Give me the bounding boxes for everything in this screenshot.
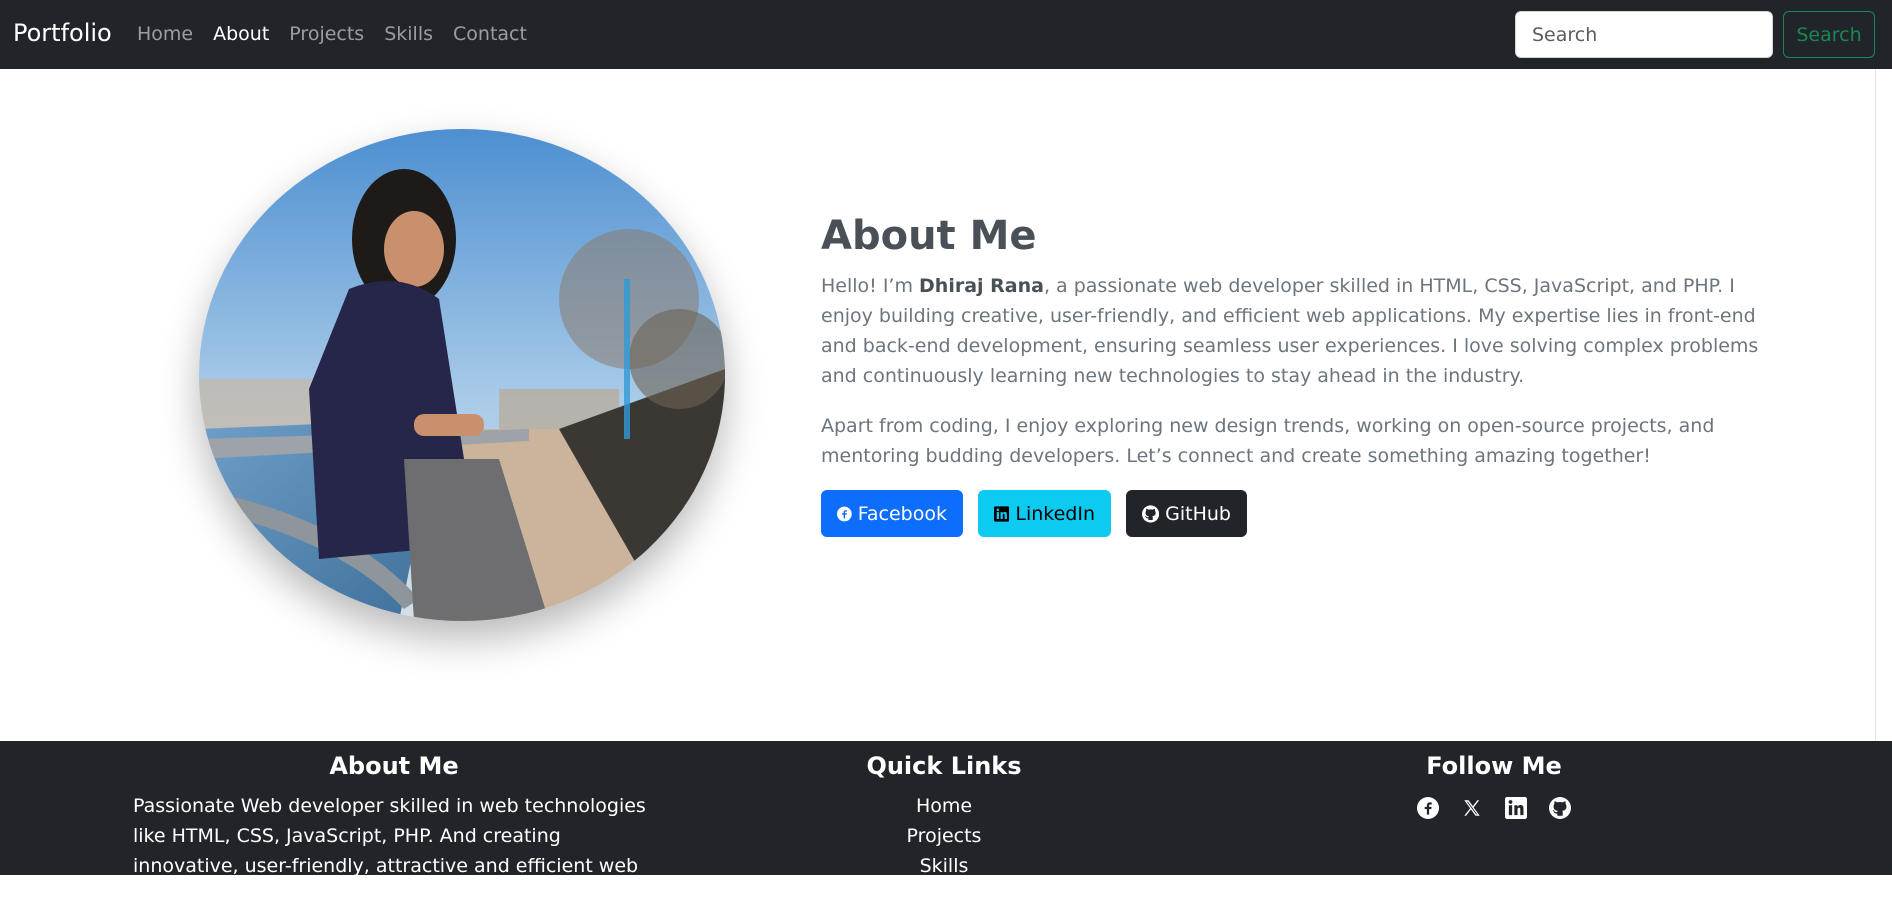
footer-about-title: About Me xyxy=(329,752,459,780)
github-icon xyxy=(1142,504,1160,523)
search-input[interactable] xyxy=(1515,11,1773,58)
footer-follow-title: Follow Me xyxy=(1426,752,1562,780)
footer-follow: Follow Me xyxy=(1394,751,1594,819)
footer-about: About Me Passionate Web developer skille… xyxy=(133,751,655,911)
search-button[interactable]: Search xyxy=(1783,11,1875,58)
social-buttons: Facebook LinkedIn GitHub xyxy=(821,490,1262,537)
about-paragraph-intro: Hello! I’m Dhiraj Rana, a passionate web… xyxy=(821,271,1761,391)
intro-prefix: Hello! I’m xyxy=(821,275,920,297)
linkedin-button-label: LinkedIn xyxy=(1015,502,1095,525)
footer-link-skills[interactable]: Skills xyxy=(844,851,1044,881)
footer: About Me Passionate Web developer skille… xyxy=(0,741,1892,907)
footer-social-icons xyxy=(1394,797,1594,819)
nav-links: Home About Projects Skills Contact xyxy=(137,22,547,46)
footer-about-text: Passionate Web developer skilled in web … xyxy=(133,795,646,907)
about-paragraph-secondary: Apart from coding, I enjoy exploring new… xyxy=(821,415,1715,467)
footer-link-projects[interactable]: Projects xyxy=(844,821,1044,851)
facebook-button-label: Facebook xyxy=(857,502,947,525)
facebook-icon[interactable] xyxy=(1417,797,1439,819)
profile-photo xyxy=(199,129,725,621)
x-icon[interactable] xyxy=(1461,797,1483,819)
linkedin-icon xyxy=(994,505,1010,522)
profile-photo-illustration xyxy=(199,129,725,621)
nav-link-home[interactable]: Home xyxy=(137,22,193,46)
github-icon[interactable] xyxy=(1549,797,1571,819)
author-name: Dhiraj Rana xyxy=(919,275,1044,297)
nav-link-about[interactable]: About xyxy=(213,22,269,46)
nav-link-projects[interactable]: Projects xyxy=(289,22,364,46)
brand-logo[interactable]: Portfolio xyxy=(13,18,112,48)
footer-quick-links: Quick Links Home Projects Skills xyxy=(844,751,1044,881)
github-button-label: GitHub xyxy=(1165,502,1231,525)
github-button[interactable]: GitHub xyxy=(1126,490,1247,537)
nav-link-skills[interactable]: Skills xyxy=(384,22,433,46)
footer-link-home[interactable]: Home xyxy=(844,791,1044,821)
facebook-button[interactable]: Facebook xyxy=(821,490,963,537)
nav-link-contact[interactable]: Contact xyxy=(453,22,527,46)
navbar: Portfolio Home About Projects Skills Con… xyxy=(0,0,1892,69)
page-scrollbar[interactable] xyxy=(1875,69,1892,741)
footer-links-title: Quick Links xyxy=(866,752,1022,780)
facebook-icon xyxy=(837,506,852,521)
linkedin-icon[interactable] xyxy=(1505,797,1527,819)
about-title: About Me xyxy=(821,213,1037,259)
linkedin-button[interactable]: LinkedIn xyxy=(978,490,1111,537)
